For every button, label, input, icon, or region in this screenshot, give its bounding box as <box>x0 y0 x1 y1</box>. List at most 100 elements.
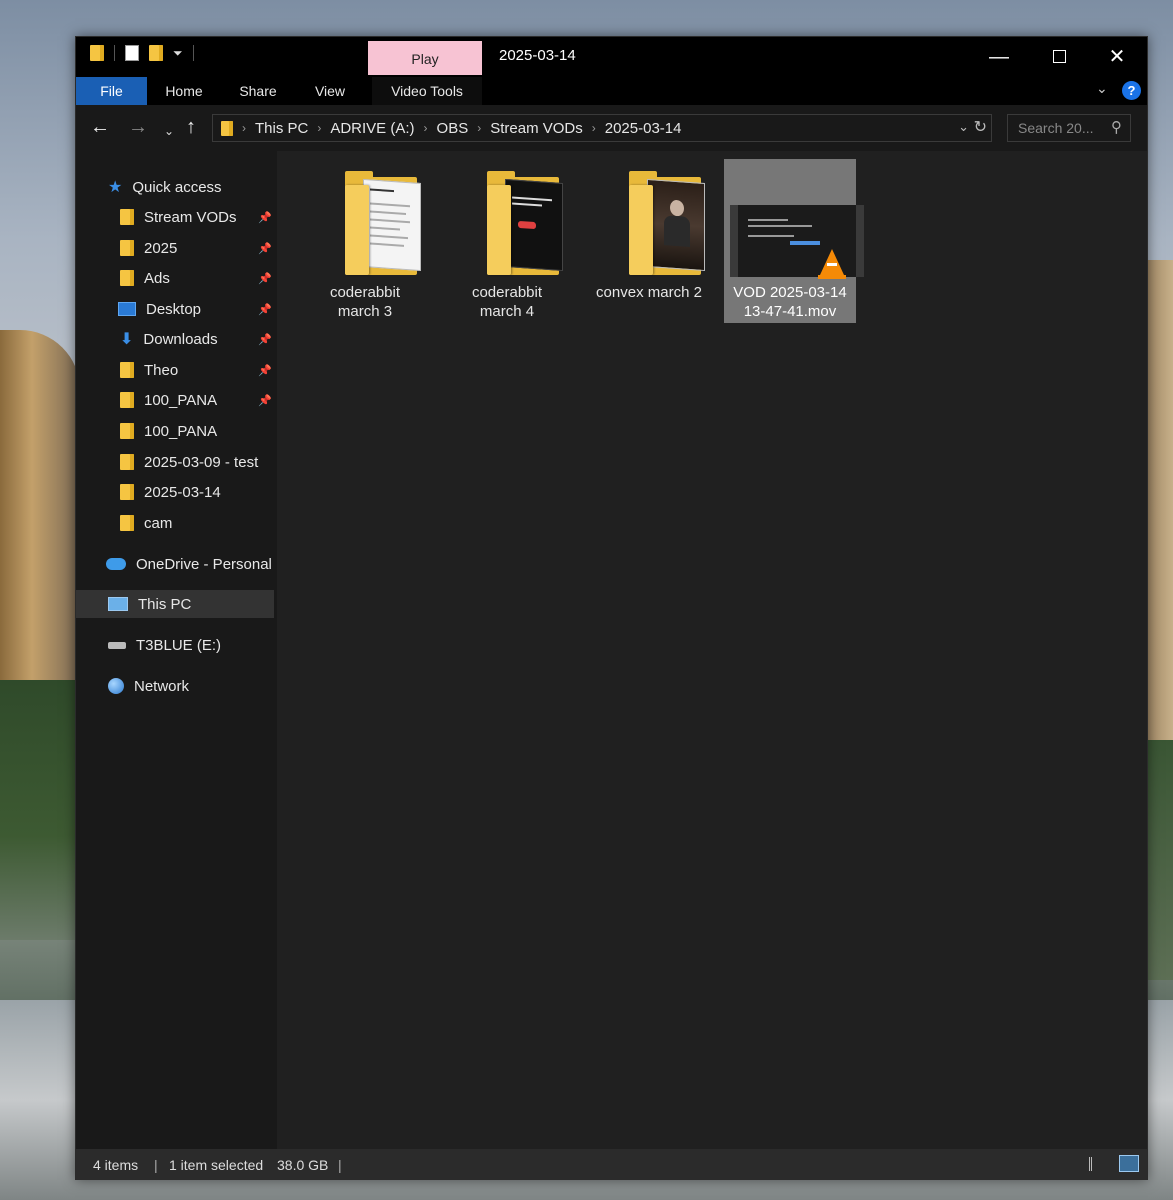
sidebar-item-cam[interactable]: cam <box>120 509 172 537</box>
maximize-button[interactable] <box>1036 43 1082 71</box>
up-button[interactable]: ↑ <box>186 117 196 137</box>
preview-line <box>512 202 542 207</box>
sidebar-item-label: This PC <box>138 595 192 613</box>
chevron-right-icon[interactable]: › <box>242 121 246 135</box>
tab-view[interactable]: View <box>300 77 360 105</box>
pin-icon[interactable]: 📌 <box>258 211 272 224</box>
sidebar-item-2025-03-14[interactable]: 2025-03-14 <box>120 478 221 506</box>
preview-line <box>370 242 404 247</box>
sidebar-item-network[interactable]: Network <box>108 672 189 700</box>
preview-person-body <box>664 215 690 247</box>
folder-icon[interactable] <box>90 45 104 61</box>
chevron-right-icon[interactable]: › <box>477 121 481 135</box>
sidebar-item-stream-vods[interactable]: Stream VODs <box>120 203 276 231</box>
sidebar-item-theo[interactable]: Theo <box>120 356 178 384</box>
folder-thumbnail-icon <box>345 171 423 275</box>
sidebar-item-label: T3BLUE (E:) <box>136 636 222 654</box>
sidebar-item-ads[interactable]: Ads <box>120 264 170 292</box>
chevron-down-icon[interactable]: ⌄ <box>1096 80 1108 97</box>
network-icon <box>108 678 124 694</box>
pin-icon[interactable]: 📌 <box>258 303 272 316</box>
sidebar-item-2025[interactable]: 2025 <box>120 234 177 262</box>
item-count: 4 items <box>93 1157 139 1173</box>
search-box[interactable]: Search 20... ⚲ <box>1007 114 1131 142</box>
breadcrumb-current[interactable]: 2025-03-14 <box>605 120 682 137</box>
folder-icon <box>120 423 134 439</box>
folder-preview <box>363 178 421 272</box>
sidebar-item-desktop[interactable]: Desktop <box>118 295 201 323</box>
properties-icon[interactable] <box>125 45 139 61</box>
chevron-right-icon[interactable]: › <box>592 121 596 135</box>
minimize-button[interactable]: — <box>976 43 1022 71</box>
recent-locations-button[interactable]: ⌄ <box>164 121 174 141</box>
sidebar-item-label: 2025 <box>144 239 178 257</box>
vlc-icon <box>820 249 844 275</box>
sidebar-item-downloads[interactable]: ⬇ Downloads <box>120 325 218 353</box>
file-name-line: march 3 <box>337 303 393 320</box>
sidebar-item-t3blue[interactable]: T3BLUE (E:) <box>108 631 221 659</box>
sidebar-item-label: Ads <box>144 269 170 287</box>
address-dropdown-icon[interactable]: ⌄ <box>958 119 969 135</box>
folder-icon <box>221 120 233 136</box>
folder-icon <box>120 454 134 470</box>
breadcrumb-adrive[interactable]: ADRIVE (A:) <box>330 120 414 137</box>
breadcrumb-this-pc[interactable]: This PC <box>255 120 308 137</box>
status-divider: | <box>338 1157 342 1173</box>
chevron-right-icon[interactable]: › <box>317 121 321 135</box>
forward-button[interactable]: → <box>128 117 148 137</box>
back-button[interactable]: ← <box>90 117 110 137</box>
new-folder-icon[interactable] <box>149 45 163 61</box>
file-item-coderabbit-march-4[interactable]: coderabbit march 4 <box>441 159 573 323</box>
sidebar-item-label: Network <box>134 677 190 695</box>
folder-preview <box>505 178 563 272</box>
computer-icon <box>108 597 128 611</box>
file-item-convex-march-2[interactable]: convex march 2 <box>583 159 715 323</box>
downloads-icon: ⬇ <box>120 331 134 348</box>
tab-share[interactable]: Share <box>228 77 288 105</box>
thumb-highlight <box>790 241 820 245</box>
pin-icon[interactable]: 📌 <box>258 242 272 255</box>
customize-toolbar-icon[interactable]: ⏷ <box>173 46 183 61</box>
pin-icon[interactable]: 📌 <box>258 333 272 346</box>
chevron-right-icon[interactable]: › <box>424 121 428 135</box>
sidebar-item-label: OneDrive - Personal <box>136 555 272 573</box>
preview-line <box>370 218 410 224</box>
sidebar-item-this-pc[interactable]: This PC <box>108 590 191 618</box>
file-item-vod-2025-03-14[interactable]: VOD 2025-03-14 13-47-41.mov <box>724 159 864 323</box>
folder-front <box>629 185 653 275</box>
large-icons-view-icon[interactable] <box>1119 1155 1139 1172</box>
file-name-line: convex march 2 <box>596 284 702 301</box>
maximize-icon <box>1052 50 1066 63</box>
refresh-icon[interactable]: ↻ <box>974 117 987 137</box>
folder-icon <box>120 270 134 286</box>
folder-icon <box>120 240 134 256</box>
status-divider: | <box>154 1157 158 1173</box>
pin-icon[interactable]: 📌 <box>258 364 272 377</box>
file-item-name: coderabbit march 4 <box>441 283 573 321</box>
file-name-line: march 4 <box>479 303 535 320</box>
file-item-coderabbit-march-3[interactable]: coderabbit march 3 <box>299 159 431 323</box>
help-icon[interactable]: ? <box>1122 81 1141 100</box>
sidebar-item-100-pana[interactable]: 100_PANA <box>120 386 217 414</box>
sidebar-item-onedrive[interactable]: OneDrive - Personal <box>106 550 272 578</box>
address-bar[interactable]: › This PC › ADRIVE (A:) › OBS › Stream V… <box>212 114 992 142</box>
tab-video-tools[interactable]: Video Tools <box>372 77 482 107</box>
tab-home[interactable]: Home <box>154 77 214 105</box>
pin-icon[interactable]: 📌 <box>258 394 272 407</box>
sidebar-item-2025-03-09-test[interactable]: 2025-03-09 - test <box>120 448 258 476</box>
toolbar-divider <box>192 45 194 61</box>
close-button[interactable]: ✕ <box>1094 43 1140 71</box>
tab-file[interactable]: File <box>76 77 147 105</box>
folder-thumbnail-icon <box>629 171 707 275</box>
play-context-tab[interactable]: Play <box>368 41 482 75</box>
sidebar-item-100-pana[interactable]: 100_PANA <box>120 417 217 445</box>
preview-line <box>370 202 410 208</box>
details-view-icon[interactable] <box>1089 1157 1112 1171</box>
sidebar-item-quick-access[interactable]: ★ Quick access <box>108 173 222 201</box>
pin-icon[interactable]: 📌 <box>258 272 272 285</box>
navigation-bar: ← → ⌄ ↑ › This PC › ADRIVE (A:) › OBS › … <box>76 105 1147 151</box>
sidebar-item-label: Desktop <box>146 300 202 318</box>
sidebar-item-label: Downloads <box>143 330 218 348</box>
breadcrumb-stream-vods[interactable]: Stream VODs <box>490 120 583 137</box>
breadcrumb-obs[interactable]: OBS <box>437 120 469 137</box>
